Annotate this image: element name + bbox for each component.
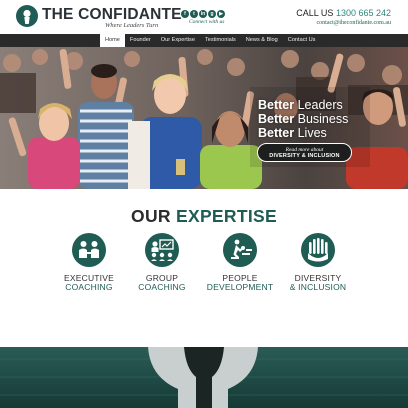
brand-name[interactable]: THE CONFIDANTE	[42, 7, 182, 23]
expertise-label-line2: COACHING	[65, 282, 113, 292]
group-coaching-icon	[145, 233, 179, 267]
linkedin-icon[interactable]: in	[199, 10, 207, 18]
nav-item-news-blog[interactable]: News & Blog	[241, 34, 283, 47]
nav-item-founder[interactable]: Founder	[125, 34, 156, 47]
executive-coaching-icon	[72, 233, 106, 267]
expertise-people-development[interactable]: PEOPLE DEVELOPMENT	[200, 233, 280, 292]
hero-line-business: Better Business	[258, 112, 349, 126]
google-plus-icon[interactable]: g	[208, 10, 216, 18]
twitter-icon[interactable]: t	[190, 10, 198, 18]
nav-item-our-expertise[interactable]: Our Expertise	[156, 34, 200, 47]
diversity-inclusion-icon	[301, 233, 335, 267]
phone-number[interactable]: 1300 665 242	[336, 8, 391, 18]
brand-tagline: Where Leaders Turn	[105, 22, 159, 29]
hero-line-lives: Better Lives	[258, 126, 327, 140]
hero-line-leaders: Better Leaders	[258, 98, 343, 112]
expertise-executive-coaching[interactable]: EXECUTIVE COACHING	[49, 233, 129, 292]
expertise-group-coaching[interactable]: GROUP COACHING	[122, 233, 202, 292]
email-link[interactable]: contact@theconfidante.com.au	[317, 20, 392, 26]
expertise-label-line2: COACHING	[138, 282, 186, 292]
people-development-icon	[223, 233, 257, 267]
nav-item-home[interactable]: Home	[100, 34, 125, 47]
expertise-label-line2: DEVELOPMENT	[206, 282, 274, 292]
main-nav: Home Founder Our Expertise Testimonials …	[0, 34, 408, 47]
connect-caption: Connect with us	[189, 19, 225, 25]
hero-headline: Better Leaders Better Business Better Li…	[258, 98, 408, 140]
confidante-logo-icon[interactable]	[16, 5, 38, 27]
hero-banner: Better Leaders Better Business Better Li…	[0, 47, 408, 189]
expertise-label-line2: & INCLUSION	[289, 282, 347, 292]
nav-item-contact-us[interactable]: Contact Us	[283, 34, 321, 47]
diversity-inclusion-button[interactable]: Read more about DIVERSITY & INCLUSION	[257, 143, 352, 162]
facebook-icon[interactable]: f	[181, 10, 189, 18]
phone-line: CALL US 1300 665 242	[296, 9, 391, 18]
bottom-feature-band	[0, 347, 408, 408]
expertise-heading: OUR EXPERTISE	[131, 206, 277, 226]
youtube-icon[interactable]: ▶	[217, 10, 225, 18]
social-links: f t in g ▶	[181, 10, 225, 18]
nav-item-testimonials[interactable]: Testimonials	[200, 34, 241, 47]
site-header: THE CONFIDANTE Where Leaders Turn f t in…	[0, 0, 408, 34]
expertise-diversity-inclusion[interactable]: DIVERSITY & INCLUSION	[278, 233, 358, 292]
call-label: CALL US	[296, 8, 334, 18]
keyhole-decorative-image	[0, 347, 408, 408]
